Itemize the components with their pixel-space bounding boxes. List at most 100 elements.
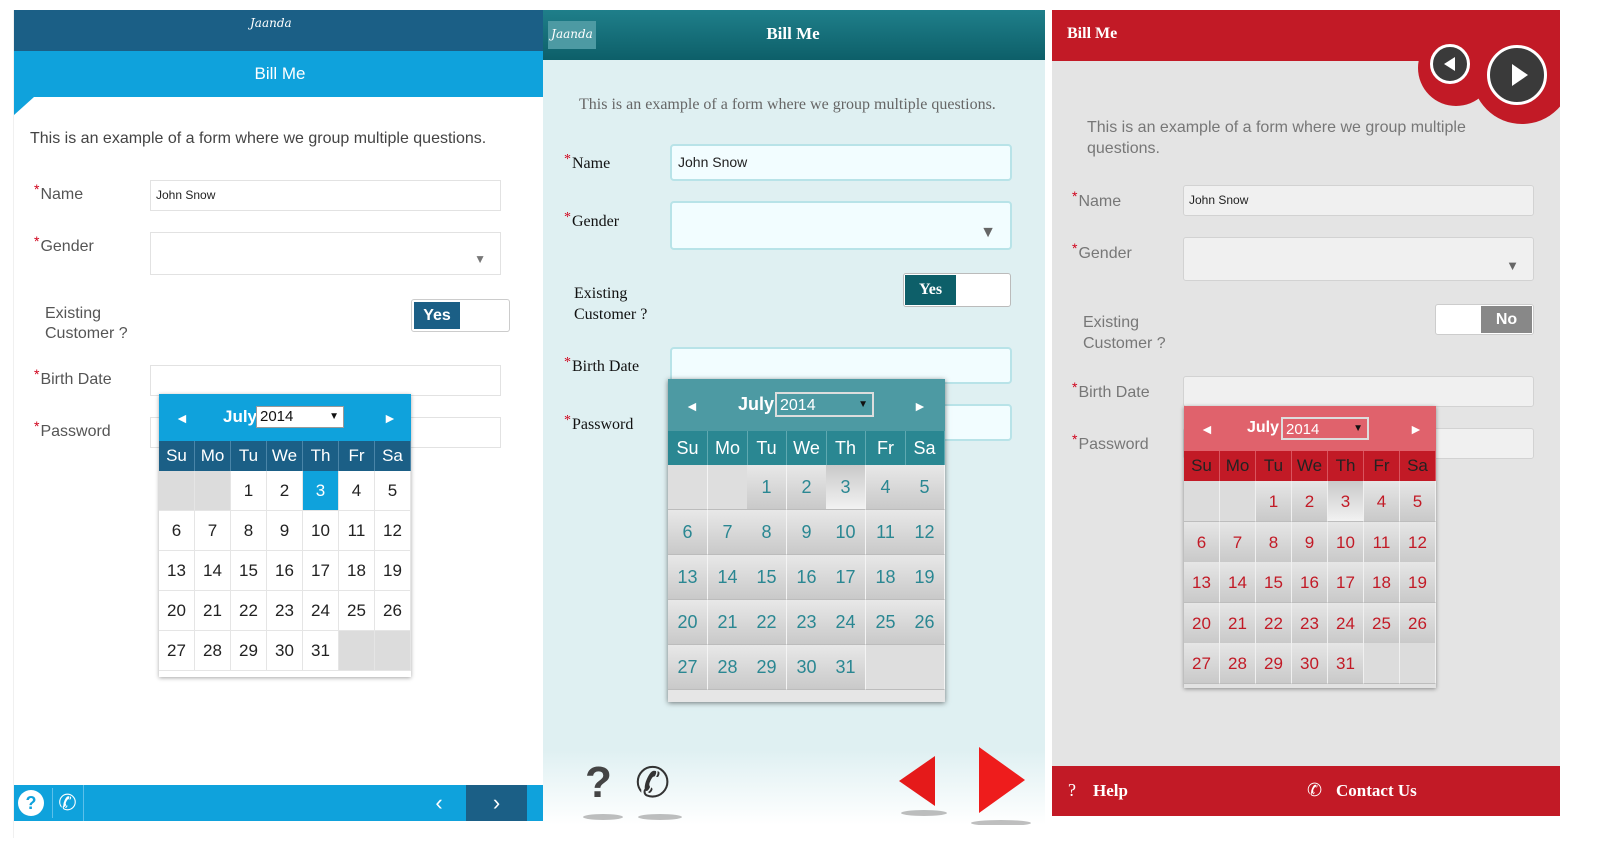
calendar-day[interactable]: 3 bbox=[303, 471, 339, 511]
calendar-day[interactable]: 5 bbox=[905, 465, 945, 510]
calendar-day[interactable]: 11 bbox=[1364, 522, 1400, 563]
calendar-day[interactable]: 9 bbox=[1292, 522, 1328, 563]
calendar-day[interactable]: 9 bbox=[787, 510, 827, 555]
calendar-day[interactable]: 1 bbox=[1256, 481, 1292, 522]
calendar-day[interactable]: 27 bbox=[159, 631, 195, 671]
calendar-day[interactable]: 14 bbox=[708, 555, 748, 600]
calendar-day[interactable]: 29 bbox=[231, 631, 267, 671]
calendar-day[interactable]: 26 bbox=[375, 591, 411, 631]
existing-customer-toggle[interactable]: Yes bbox=[903, 273, 1011, 307]
calendar-day[interactable]: 3 bbox=[1328, 481, 1364, 522]
calendar-day[interactable]: 1 bbox=[747, 465, 787, 510]
calendar-day[interactable]: 13 bbox=[1184, 562, 1220, 603]
calendar-day[interactable]: 13 bbox=[668, 555, 708, 600]
gender-select[interactable]: ▼ bbox=[670, 201, 1012, 250]
calendar-day[interactable]: 18 bbox=[1364, 562, 1400, 603]
next-month-button[interactable]: ► bbox=[913, 398, 927, 414]
calendar-day[interactable]: 17 bbox=[1328, 562, 1364, 603]
help-icon[interactable]: ? bbox=[585, 758, 612, 808]
calendar-day[interactable]: 16 bbox=[267, 551, 303, 591]
calendar-day[interactable]: 25 bbox=[339, 591, 375, 631]
previous-button[interactable] bbox=[1430, 44, 1470, 84]
year-select[interactable]: 2014 ▼ bbox=[775, 392, 874, 417]
calendar-day[interactable]: 10 bbox=[826, 510, 866, 555]
birth-date-input[interactable] bbox=[1183, 376, 1534, 407]
help-icon[interactable]: ? bbox=[1068, 780, 1076, 801]
calendar-day[interactable]: 19 bbox=[1400, 562, 1436, 603]
calendar-day[interactable]: 5 bbox=[375, 471, 411, 511]
help-icon[interactable]: ? bbox=[18, 790, 44, 816]
prev-month-button[interactable]: ◄ bbox=[1200, 421, 1214, 437]
calendar-day[interactable]: 12 bbox=[905, 510, 945, 555]
calendar-day[interactable]: 16 bbox=[787, 555, 827, 600]
phone-icon[interactable]: ✆ bbox=[1307, 780, 1322, 801]
calendar-day[interactable]: 14 bbox=[195, 551, 231, 591]
calendar-day[interactable]: 4 bbox=[339, 471, 375, 511]
calendar-day[interactable]: 8 bbox=[1256, 522, 1292, 563]
calendar-day[interactable]: 3 bbox=[826, 465, 866, 510]
next-month-button[interactable]: ► bbox=[383, 410, 397, 426]
next-button[interactable] bbox=[1487, 45, 1547, 105]
name-input[interactable]: John Snow bbox=[670, 144, 1012, 181]
calendar-day[interactable]: 18 bbox=[339, 551, 375, 591]
calendar-day[interactable]: 9 bbox=[267, 511, 303, 551]
calendar-day[interactable]: 18 bbox=[866, 555, 906, 600]
help-link[interactable]: Help bbox=[1093, 781, 1128, 801]
calendar-day[interactable]: 13 bbox=[159, 551, 195, 591]
calendar-day[interactable]: 8 bbox=[231, 511, 267, 551]
calendar-day[interactable]: 21 bbox=[708, 600, 748, 645]
calendar-day[interactable]: 29 bbox=[747, 645, 787, 690]
next-arrow-icon[interactable] bbox=[979, 747, 1025, 813]
calendar-day[interactable]: 25 bbox=[1364, 603, 1400, 644]
calendar-day[interactable]: 7 bbox=[708, 510, 748, 555]
existing-customer-toggle[interactable]: No bbox=[1435, 304, 1534, 335]
calendar-day[interactable]: 11 bbox=[866, 510, 906, 555]
calendar-day[interactable]: 25 bbox=[866, 600, 906, 645]
calendar-day[interactable]: 27 bbox=[1184, 643, 1220, 684]
calendar-day[interactable]: 24 bbox=[1328, 603, 1364, 644]
contact-us-link[interactable]: Contact Us bbox=[1336, 781, 1417, 801]
birth-date-input[interactable] bbox=[150, 365, 501, 396]
year-select[interactable]: 2014 ▼ bbox=[256, 406, 344, 428]
calendar-day[interactable]: 28 bbox=[195, 631, 231, 671]
calendar-day[interactable]: 21 bbox=[1220, 603, 1256, 644]
calendar-day[interactable]: 23 bbox=[267, 591, 303, 631]
calendar-day[interactable]: 28 bbox=[1220, 643, 1256, 684]
calendar-day[interactable]: 22 bbox=[231, 591, 267, 631]
calendar-day[interactable]: 20 bbox=[159, 591, 195, 631]
calendar-day[interactable]: 6 bbox=[1184, 522, 1220, 563]
gender-select[interactable]: ▼ bbox=[150, 232, 501, 275]
calendar-day[interactable]: 26 bbox=[1400, 603, 1436, 644]
calendar-day[interactable]: 24 bbox=[826, 600, 866, 645]
calendar-day[interactable]: 8 bbox=[747, 510, 787, 555]
calendar-day[interactable]: 27 bbox=[668, 645, 708, 690]
calendar-day[interactable]: 14 bbox=[1220, 562, 1256, 603]
calendar-day[interactable]: 5 bbox=[1400, 481, 1436, 522]
calendar-day[interactable]: 19 bbox=[375, 551, 411, 591]
calendar-day[interactable]: 28 bbox=[708, 645, 748, 690]
calendar-day[interactable]: 15 bbox=[747, 555, 787, 600]
calendar-day[interactable]: 1 bbox=[231, 471, 267, 511]
calendar-day[interactable]: 6 bbox=[668, 510, 708, 555]
calendar-day[interactable]: 29 bbox=[1256, 643, 1292, 684]
existing-customer-toggle[interactable]: Yes bbox=[411, 299, 510, 332]
previous-arrow-icon[interactable] bbox=[899, 756, 935, 806]
calendar-day[interactable]: 10 bbox=[303, 511, 339, 551]
calendar-day[interactable]: 15 bbox=[1256, 562, 1292, 603]
calendar-day[interactable]: 31 bbox=[303, 631, 339, 671]
calendar-day[interactable]: 7 bbox=[1220, 522, 1256, 563]
calendar-day[interactable]: 16 bbox=[1292, 562, 1328, 603]
next-button[interactable]: › bbox=[466, 785, 527, 821]
calendar-day[interactable]: 7 bbox=[195, 511, 231, 551]
calendar-day[interactable]: 22 bbox=[1256, 603, 1292, 644]
calendar-day[interactable]: 2 bbox=[787, 465, 827, 510]
calendar-day[interactable]: 31 bbox=[826, 645, 866, 690]
phone-icon[interactable]: ✆ bbox=[635, 758, 670, 807]
calendar-day[interactable]: 15 bbox=[231, 551, 267, 591]
previous-button[interactable]: ‹ bbox=[419, 785, 459, 821]
name-input[interactable]: John Snow bbox=[150, 180, 501, 211]
calendar-day[interactable]: 17 bbox=[826, 555, 866, 600]
calendar-day[interactable]: 20 bbox=[1184, 603, 1220, 644]
calendar-day[interactable]: 30 bbox=[787, 645, 827, 690]
name-input[interactable]: John Snow bbox=[1183, 185, 1534, 216]
